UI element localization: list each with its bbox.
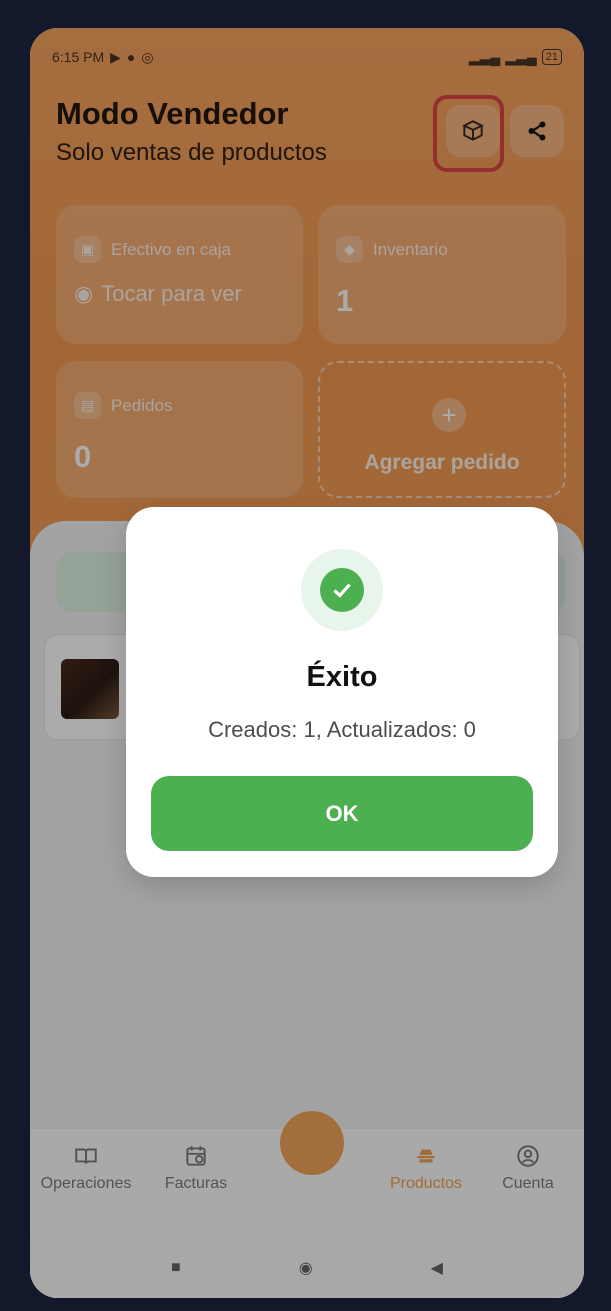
success-icon-container	[301, 549, 383, 631]
dialog-title: Éxito	[306, 661, 378, 693]
check-icon	[320, 568, 364, 612]
app-screen: 6:15 PM ▶ ● ◎ ▂▃▄ ▂▃▄ 21 Modo Vendedor S…	[30, 28, 584, 1298]
dialog-message: Creados: 1, Actualizados: 0	[208, 717, 476, 742]
ok-button[interactable]: OK	[151, 776, 533, 851]
success-dialog: Éxito Creados: 1, Actualizados: 0 OK	[126, 507, 558, 877]
device-frame: 6:15 PM ▶ ● ◎ ▂▃▄ ▂▃▄ 21 Modo Vendedor S…	[0, 0, 611, 1311]
